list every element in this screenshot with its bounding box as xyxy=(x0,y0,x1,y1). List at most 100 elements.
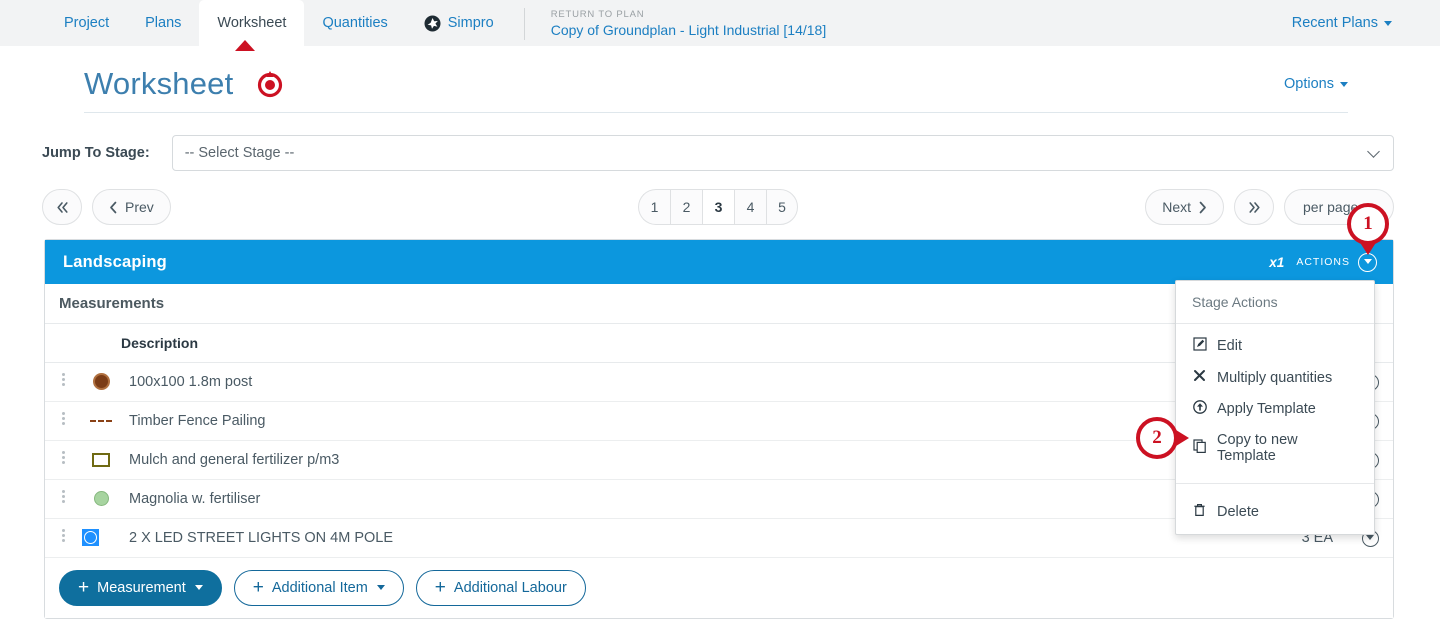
dropdown-item-multiply-quantities-label: Multiply quantities xyxy=(1217,369,1333,386)
pagination-first-button[interactable] xyxy=(42,189,82,225)
row-drag-handle[interactable] xyxy=(45,440,81,480)
chevron-down-icon xyxy=(194,585,203,590)
page-header: Worksheet Options xyxy=(84,46,1348,113)
dropdown-item-multiply-quantities[interactable]: Multiply quantities xyxy=(1176,362,1374,393)
row-drag-handle[interactable] xyxy=(45,479,81,519)
current-plan-name: Copy of Groundplan - Light Industrial [1… xyxy=(550,21,827,38)
stage-footer-buttons: + Measurement + Additional Item + Additi… xyxy=(45,557,1393,618)
chevron-down-icon xyxy=(376,585,385,590)
dropdown-item-copy-to-new-template-label: Copy to new Template xyxy=(1217,432,1298,464)
column-description: Description xyxy=(121,324,1169,363)
tab-project[interactable]: Project xyxy=(46,0,127,46)
return-to-plan-block[interactable]: RETURN TO PLAN Copy of Groundplan - Ligh… xyxy=(551,0,827,46)
dropdown-item-copy-to-new-template[interactable]: Copy to new Template xyxy=(1176,425,1374,471)
drag-handle-icon xyxy=(61,371,65,388)
page-number-1[interactable]: 1 xyxy=(638,189,670,225)
row-drag-handle[interactable] xyxy=(45,401,81,441)
edit-pencil-square-icon xyxy=(1192,337,1207,355)
page-number-3[interactable]: 3 xyxy=(702,189,734,225)
stage-actions-toggle[interactable] xyxy=(1358,252,1377,272)
add-measurement-button[interactable]: + Measurement xyxy=(59,569,222,606)
row-swatch xyxy=(81,440,121,480)
row-drag-handle[interactable] xyxy=(45,362,81,402)
row-description: Magnolia w. fertiliser xyxy=(121,479,1169,519)
pagination-page-numbers: 1 2 3 4 5 xyxy=(638,189,798,225)
dropdown-item-apply-template[interactable]: Apply Template xyxy=(1176,393,1374,425)
row-description: Timber Fence Pailing xyxy=(121,401,1169,441)
add-measurement-label: Measurement xyxy=(97,579,186,596)
plus-icon: + xyxy=(252,577,264,598)
recent-plans-dropdown[interactable]: Recent Plans xyxy=(1292,0,1392,46)
plus-icon: + xyxy=(434,577,446,598)
double-chevron-left-icon xyxy=(56,201,68,213)
annotation-pointer-right-icon xyxy=(1176,430,1189,446)
trash-icon xyxy=(1192,503,1207,521)
swatch-circle-green-icon xyxy=(93,491,109,507)
stage-multiplier: x1 xyxy=(1269,254,1285,270)
annotation-marker-1: 1 xyxy=(1347,203,1389,255)
options-label: Options xyxy=(1284,76,1334,92)
dropdown-title: Stage Actions xyxy=(1176,281,1374,324)
row-description: Mulch and general fertilizer p/m3 xyxy=(121,440,1169,480)
dropdown-item-delete-label: Delete xyxy=(1217,504,1259,520)
stage-header: Landscaping x1 ACTIONS xyxy=(45,240,1393,284)
swatch-square-blue-icon xyxy=(82,529,99,546)
return-to-plan-label: RETURN TO PLAN xyxy=(550,8,645,20)
record-target-icon xyxy=(255,70,283,98)
stage-actions-dropdown-menu: Stage Actions Edit Multiply quantities A… xyxy=(1175,280,1375,535)
annotation-marker-2-number: 2 xyxy=(1136,417,1178,459)
tab-plans-label: Plans xyxy=(145,15,182,31)
annotation-marker-1-number: 1 xyxy=(1347,203,1389,245)
plus-icon: + xyxy=(78,577,90,598)
tab-simpro[interactable]: Simpro xyxy=(406,0,512,46)
stage-select[interactable]: -- Select Stage -- xyxy=(171,135,1394,171)
add-additional-item-button[interactable]: + Additional Item xyxy=(233,569,404,606)
add-additional-labour-label: Additional Labour xyxy=(453,579,567,596)
pagination-next-label: Next xyxy=(1162,199,1191,215)
recent-plans-label: Recent Plans xyxy=(1291,15,1378,31)
pagination-next-button[interactable]: Next xyxy=(1145,189,1224,225)
chevron-down-icon xyxy=(1367,145,1380,158)
tab-worksheet-label: Worksheet xyxy=(217,15,287,31)
pagination-last-button[interactable] xyxy=(1234,189,1274,225)
dropdown-item-edit-label: Edit xyxy=(1217,338,1242,354)
row-description: 100x100 1.8m post xyxy=(121,362,1169,402)
annotation-marker-2: 2 xyxy=(1136,417,1189,459)
swatch-square-olive-icon xyxy=(92,452,110,467)
page-title: Worksheet xyxy=(84,66,234,101)
row-swatch xyxy=(81,401,121,441)
chevron-down-icon xyxy=(1340,81,1348,87)
dropdown-item-delete[interactable]: Delete xyxy=(1176,496,1374,528)
row-swatch xyxy=(81,479,121,519)
swatch-circle-brown-icon xyxy=(92,373,110,390)
row-swatch xyxy=(81,518,121,558)
add-additional-labour-button[interactable]: + Additional Labour xyxy=(415,569,586,606)
dropdown-separator xyxy=(1176,483,1374,484)
dropdown-danger-group: Delete xyxy=(1176,490,1374,534)
page-number-2[interactable]: 2 xyxy=(670,189,702,225)
page-number-4[interactable]: 4 xyxy=(734,189,766,225)
jump-to-stage-label: Jump To Stage: xyxy=(42,145,150,161)
page-number-5[interactable]: 5 xyxy=(766,189,798,225)
dropdown-item-apply-template-label: Apply Template xyxy=(1217,401,1316,417)
dropdown-item-edit[interactable]: Edit xyxy=(1176,330,1374,362)
double-chevron-right-icon xyxy=(1248,201,1260,213)
multiply-x-icon xyxy=(1192,369,1207,386)
add-additional-item-label: Additional Item xyxy=(271,579,368,596)
tab-plans[interactable]: Plans xyxy=(127,0,199,46)
pagination-prev-button[interactable]: Prev xyxy=(92,189,171,225)
stage-header-actions: x1 ACTIONS xyxy=(1269,252,1377,272)
stage-actions-label: ACTIONS xyxy=(1296,256,1350,268)
tab-quantities[interactable]: Quantities xyxy=(304,0,405,46)
dropdown-item-group: Edit Multiply quantities Apply Template xyxy=(1176,324,1374,477)
arrow-up-circle-icon xyxy=(1192,400,1207,418)
column-handle xyxy=(45,324,81,363)
row-drag-handle[interactable] xyxy=(45,518,81,558)
column-swatch xyxy=(81,324,121,363)
top-navigation-bar: Project Plans Worksheet Quantities Simpr… xyxy=(0,0,1440,46)
annotation-pointer-down-icon xyxy=(1359,241,1377,255)
row-swatch xyxy=(81,362,121,402)
options-dropdown[interactable]: Options xyxy=(1284,76,1348,92)
row-description: 2 X LED STREET LIGHTS ON 4M POLE xyxy=(121,518,1169,558)
chevron-down-circle-icon xyxy=(1363,259,1372,264)
